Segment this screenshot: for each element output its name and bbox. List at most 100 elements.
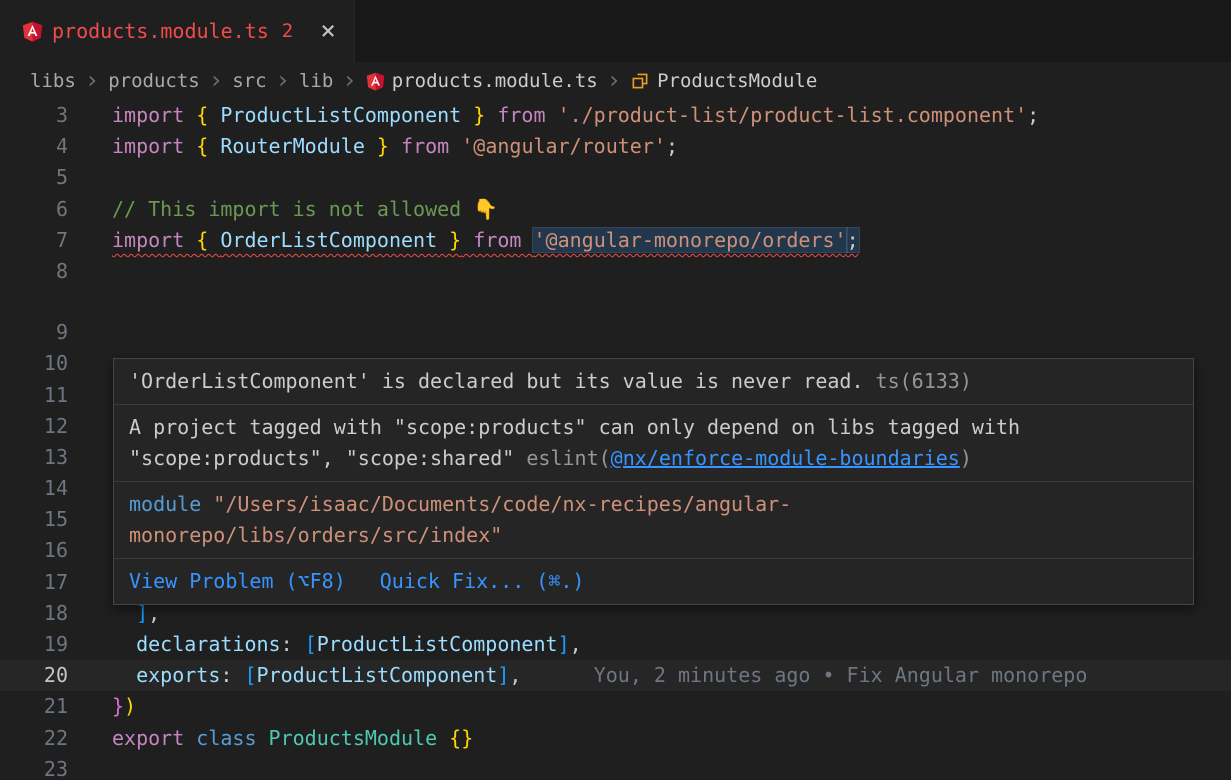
breadcrumb-item-lib[interactable]: lib [299,70,333,92]
code-line-7[interactable]: 7import { OrderListComponent } from '@an… [0,225,1231,256]
code-text: // This import is not allowed 👇 [112,197,498,221]
code-token: from [485,103,557,127]
line-number: 20 [0,660,68,691]
module-path: "/Users/isaac/Documents/code/nx-recipes/… [201,492,791,516]
code-editor[interactable]: 3import { ProductListComponent } from '.… [0,100,1231,780]
code-token: import [112,103,196,127]
code-text: declarations: [ProductListComponent], [112,632,582,656]
line-number: 15 [0,504,68,535]
code-token: ProductListComponent [257,663,498,687]
tab-products-module[interactable]: products.module.ts 2 × [0,0,355,62]
module-keyword: module [129,492,201,516]
line-number: 8 [0,256,68,287]
line-number: 16 [0,535,68,566]
line-number: 23 [0,754,68,780]
line-number: 9 [0,317,68,348]
code-token: ProductListComponent [220,103,461,127]
line-number: 3 [0,100,68,131]
code-line-20[interactable]: 20 exports: [ProductListComponent], You,… [0,660,1231,691]
tab-problems-badge: 2 [282,20,293,42]
line-number: 22 [0,723,68,754]
chevron-right-icon: › [342,68,356,95]
code-token: [ [244,663,256,687]
eslint-rule-link[interactable]: @nx/enforce-module-boundaries [611,446,960,470]
line-number: 12 [0,411,68,442]
diagnostic-message: 'OrderListComponent' is declared but its… [129,369,864,393]
code-token [112,663,136,687]
line-number: 11 [0,380,68,411]
breadcrumb-item-symbol[interactable]: ProductsModule [657,70,817,92]
line-number: 17 [0,567,68,598]
code-line-3[interactable]: 3import { ProductListComponent } from '.… [0,100,1231,131]
hover-status-bar: View Problem (⌥F8) Quick Fix... (⌘.) [114,558,1193,604]
code-token: import [112,228,196,252]
diagnostic-message: A project tagged with "scope:products" c… [129,415,1020,439]
code-token: exports [136,663,220,687]
code-token: } [365,134,389,158]
code-token: } [112,694,124,718]
line-number: 6 [0,194,68,225]
code-text: }) [112,694,136,718]
line-number: 5 [0,162,68,193]
chevron-right-icon: › [209,68,223,95]
git-blame-annotation: You, 2 minutes ago • Fix Angular monorep… [521,663,1087,687]
angular-file-icon [366,71,385,92]
breadcrumb-item-products[interactable]: products [108,70,200,92]
breadcrumb-item-libs[interactable]: libs [30,70,76,92]
diagnostic-source: ts(6133) [864,369,972,393]
chevron-right-icon: › [607,68,621,95]
tab-close-icon[interactable]: × [320,18,336,44]
breadcrumb-item-src[interactable]: src [232,70,266,92]
code-line-19[interactable]: 19 declarations: [ProductListComponent], [0,629,1231,660]
diagnostic-message: "scope:products", "scope:shared" [129,446,526,470]
diagnostic-source: ) [960,446,972,470]
angular-file-icon [22,20,43,43]
code-line-21[interactable]: 21}) [0,691,1231,722]
code-token: { [196,228,220,252]
code-line-5[interactable]: 5 [0,162,1231,193]
tab-bar: products.module.ts 2 × [0,0,1231,62]
tab-title: products.module.ts [52,19,269,43]
diagnostic-source: eslint( [526,446,610,470]
breadcrumb-item-file[interactable]: products.module.ts [392,70,598,92]
code-token: , [509,663,521,687]
code-line-9[interactable]: 9 [0,317,1231,348]
code-text: exports: [ProductListComponent], You, 2 … [112,663,1087,687]
code-line-23[interactable]: 23 [0,754,1231,780]
code-token: OrderListComponent [220,228,437,252]
code-token: ProductsModule [269,726,450,750]
code-token: } [437,228,461,252]
line-number: 7 [0,225,68,256]
code-line-8[interactable]: 8 [0,256,1231,287]
line-number: 14 [0,473,68,504]
code-line-6[interactable]: 6 // This import is not allowed 👇 [0,194,1231,225]
code-line-4[interactable]: 4import { RouterModule } from '@angular/… [0,131,1231,162]
code-token: ProductListComponent [317,632,558,656]
code-token: ; [1027,103,1039,127]
code-token [112,632,136,656]
quick-fix-button[interactable]: Quick Fix... (⌘.) [380,566,585,597]
line-number: 10 [0,348,68,379]
code-line-22[interactable]: 22 export class ProductsModule {} [0,723,1231,754]
code-token: {} [449,726,473,750]
chevron-right-icon: › [276,68,290,95]
hover-problem-widget: 'OrderListComponent' is declared but its… [113,358,1194,605]
view-problem-button[interactable]: View Problem (⌥F8) [129,566,346,597]
code-token: class [196,726,268,750]
code-token: : [281,632,305,656]
line-number: 4 [0,131,68,162]
code-token: from [389,134,461,158]
hover-diagnostic-eslint: A project tagged with "scope:products" c… [114,404,1193,481]
code-token: , [570,632,582,656]
code-token: ] [497,663,509,687]
line-number: 19 [0,629,68,660]
class-symbol-icon [630,71,650,91]
code-token: ; [847,228,859,252]
code-text: export class ProductsModule {} [112,726,473,750]
code-token: [ [305,632,317,656]
breadcrumb: libs › products › src › lib › products.m… [0,62,1231,100]
line-number: 21 [0,691,68,722]
code-token: import [112,134,196,158]
code-token: ; [666,134,678,158]
line-number: 13 [0,442,68,473]
